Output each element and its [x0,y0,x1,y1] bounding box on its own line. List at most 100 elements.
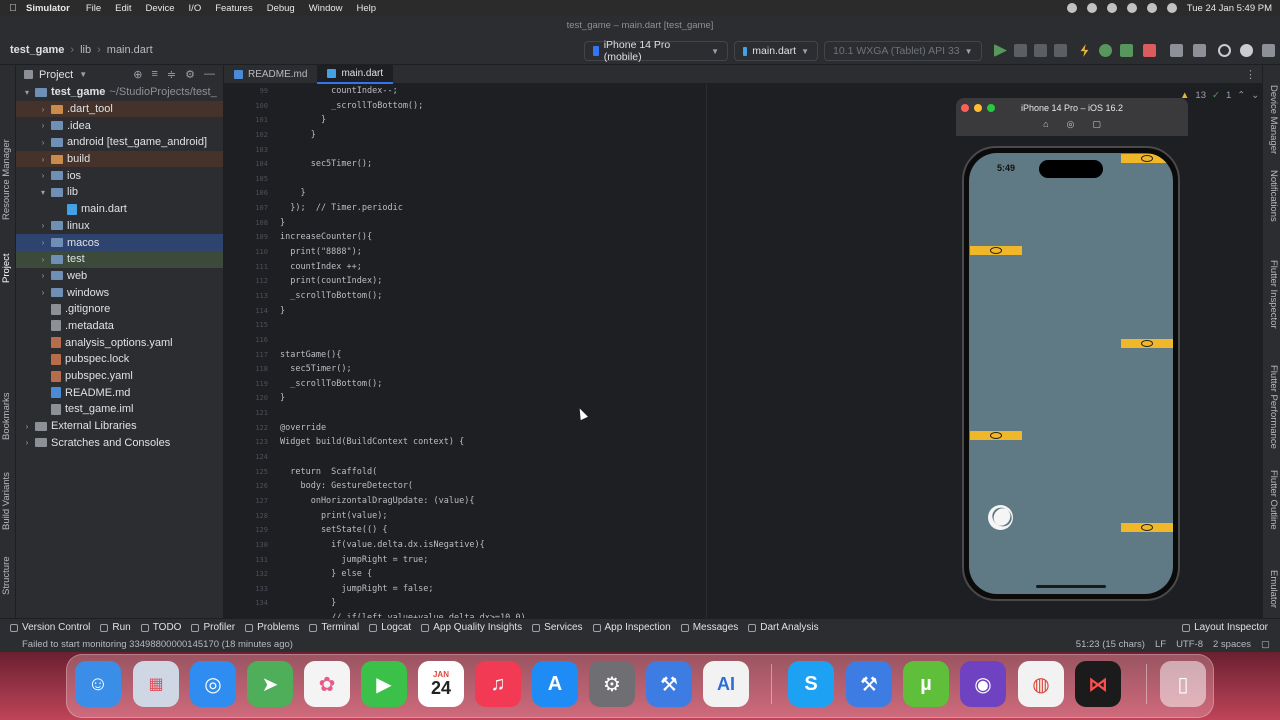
tab-main-dart[interactable]: main.dart [317,64,394,84]
flutter-devtools-icon[interactable] [1120,44,1133,57]
search-icon[interactable] [1146,3,1157,13]
breadcrumb-file[interactable]: main.dart [107,44,153,56]
gear-icon[interactable]: ⚙ [185,68,195,81]
safari-icon[interactable]: ◎ [190,661,236,707]
tree-folder-item[interactable]: › android [test_game_android] [16,134,223,151]
headphones-icon[interactable] [1106,3,1117,13]
tool-terminal[interactable]: Terminal [309,622,359,633]
tool-run[interactable]: Run [100,622,131,633]
tool-version-control[interactable]: Version Control [10,622,90,633]
calendar-icon[interactable]: JAN 24 [418,661,464,707]
code-line[interactable]: }); // Timer.periodic [280,201,948,216]
code-line[interactable]: } [280,596,948,611]
menu-window[interactable]: Window [309,3,343,14]
code-line[interactable]: if(value.delta.dx.isNegative){ [280,538,948,553]
skype-icon[interactable]: S [788,661,834,707]
wifi-icon[interactable] [1126,3,1137,13]
code-line[interactable]: setState(() { [280,523,948,538]
screenshot-icon[interactable]: ◎ [1067,119,1075,130]
code-line[interactable]: jumpRight = false; [280,582,948,597]
project-title[interactable]: Project [39,69,73,81]
menu-io[interactable]: I/O [189,3,202,14]
code-line[interactable]: @override [280,421,948,436]
launchpad-icon[interactable]: ▦ [133,661,179,707]
tree-folder-item[interactable]: › test [16,250,223,268]
line-separator[interactable]: LF [1155,639,1166,650]
utorrent-icon[interactable]: µ [903,661,949,707]
breadcrumb-project[interactable]: test_game [10,44,64,56]
tool-profiler[interactable]: Profiler [191,622,235,633]
maps-icon[interactable]: ➤ [247,661,293,707]
tree-file-item[interactable]: README.md [16,384,223,401]
code-line[interactable]: print(countIndex); [280,274,948,289]
tree-folder-item[interactable]: › macos [16,234,223,251]
assistant-icon[interactable] [1262,44,1275,57]
tree-folder-item[interactable]: › .dart_tool [16,100,223,118]
lock-icon[interactable]: ▢ [1261,639,1270,650]
tool-project[interactable]: Project [1,253,12,283]
expand-all-icon[interactable]: ≡ [151,68,157,81]
tool-problems[interactable]: Problems [245,622,299,633]
apple-icon[interactable]:  [0,3,26,14]
tool-resource-manager[interactable]: Resource Manager [1,139,12,220]
chrome-icon[interactable]: ◍ [1018,661,1064,707]
menu-app-name[interactable]: Simulator [26,3,70,14]
code-line[interactable]: countIndex ++; [280,260,948,275]
tree-file-item[interactable]: pubspec.yaml [16,368,223,385]
chevron-right-icon[interactable]: › [38,271,48,280]
code-line[interactable]: jumpRight = true; [280,553,948,568]
attach-icon[interactable] [1034,44,1047,57]
tree-file-item[interactable]: test_game.iml [16,401,223,418]
chevron-right-icon[interactable]: › [38,288,48,297]
tool-dart-analysis[interactable]: Dart Analysis [748,622,819,633]
simulator-window-titlebar[interactable]: iPhone 14 Pro – iOS 16.2 ⌂ ◎ ▢ [956,98,1188,136]
indent-setting[interactable]: 2 spaces [1213,639,1251,650]
code-line[interactable]: startGame(){ [280,348,948,363]
xcode-icon[interactable]: ⚒ [846,661,892,707]
code-line[interactable] [280,143,948,158]
tree-folder-item[interactable]: › External Libraries [16,418,223,435]
hot-restart-icon[interactable] [1099,44,1112,57]
device-mirror-icon[interactable] [1170,44,1183,57]
tree-file-item[interactable]: pubspec.lock [16,351,223,368]
tool-app-quality-insights[interactable]: App Quality Insights [421,622,522,633]
inspection-widget[interactable]: ▲ 13 ✓ 1 ⌃ ⌄ [1180,90,1259,101]
device-selector[interactable]: iPhone 14 Pro (mobile) ▼ [584,39,728,63]
minimize-icon[interactable]: — [204,68,215,81]
code-line[interactable]: onHorizontalDragUpdate: (value){ [280,494,948,509]
code-line[interactable]: } [280,216,948,231]
code-line[interactable]: } [280,304,948,319]
chevron-right-icon[interactable]: › [38,155,48,164]
tool-flutter-outline[interactable]: Flutter Outline [1268,470,1279,530]
code-line[interactable] [280,318,948,333]
code-line[interactable] [280,333,948,348]
code-line[interactable]: sec5Timer(); [280,157,948,172]
chevron-down-icon[interactable]: ▼ [79,70,87,79]
tree-folder-item[interactable]: › Scratches and Consoles [16,434,223,451]
code-line[interactable]: } else { [280,567,948,582]
control-center-icon[interactable] [1166,3,1177,13]
tool-notifications[interactable]: Notifications [1268,170,1279,222]
system-settings-icon[interactable]: ⚙ [589,661,635,707]
menu-debug[interactable]: Debug [267,3,295,14]
chevron-down-icon[interactable]: ⌄ [1251,90,1259,101]
menu-file[interactable]: File [86,3,101,14]
tool-bookmarks[interactable]: Bookmarks [1,392,12,440]
code-line[interactable] [280,172,948,187]
code-editor[interactable]: countIndex--; _scrollToBottom(); } } sec… [280,84,948,618]
search-icon[interactable] [1218,44,1231,57]
code-line[interactable]: print("8888"); [280,245,948,260]
app-store-icon[interactable]: A [532,661,578,707]
chevron-right-icon[interactable]: › [22,422,32,431]
code-line[interactable]: } [280,113,948,128]
code-line[interactable] [280,450,948,465]
chevron-right-icon[interactable]: › [38,105,48,114]
tool-flutter-performance[interactable]: Flutter Performance [1268,365,1279,449]
tool-layout-inspector[interactable]: Layout Inspector [1182,622,1268,633]
record-icon[interactable] [1066,3,1077,13]
tool-todo[interactable]: TODO [140,622,181,633]
trash-icon[interactable]: ▯ [1160,661,1206,707]
android-studio-icon[interactable]: AI [703,661,749,707]
github-desktop-icon[interactable]: ◉ [960,661,1006,707]
photos-icon[interactable]: ✿ [304,661,350,707]
